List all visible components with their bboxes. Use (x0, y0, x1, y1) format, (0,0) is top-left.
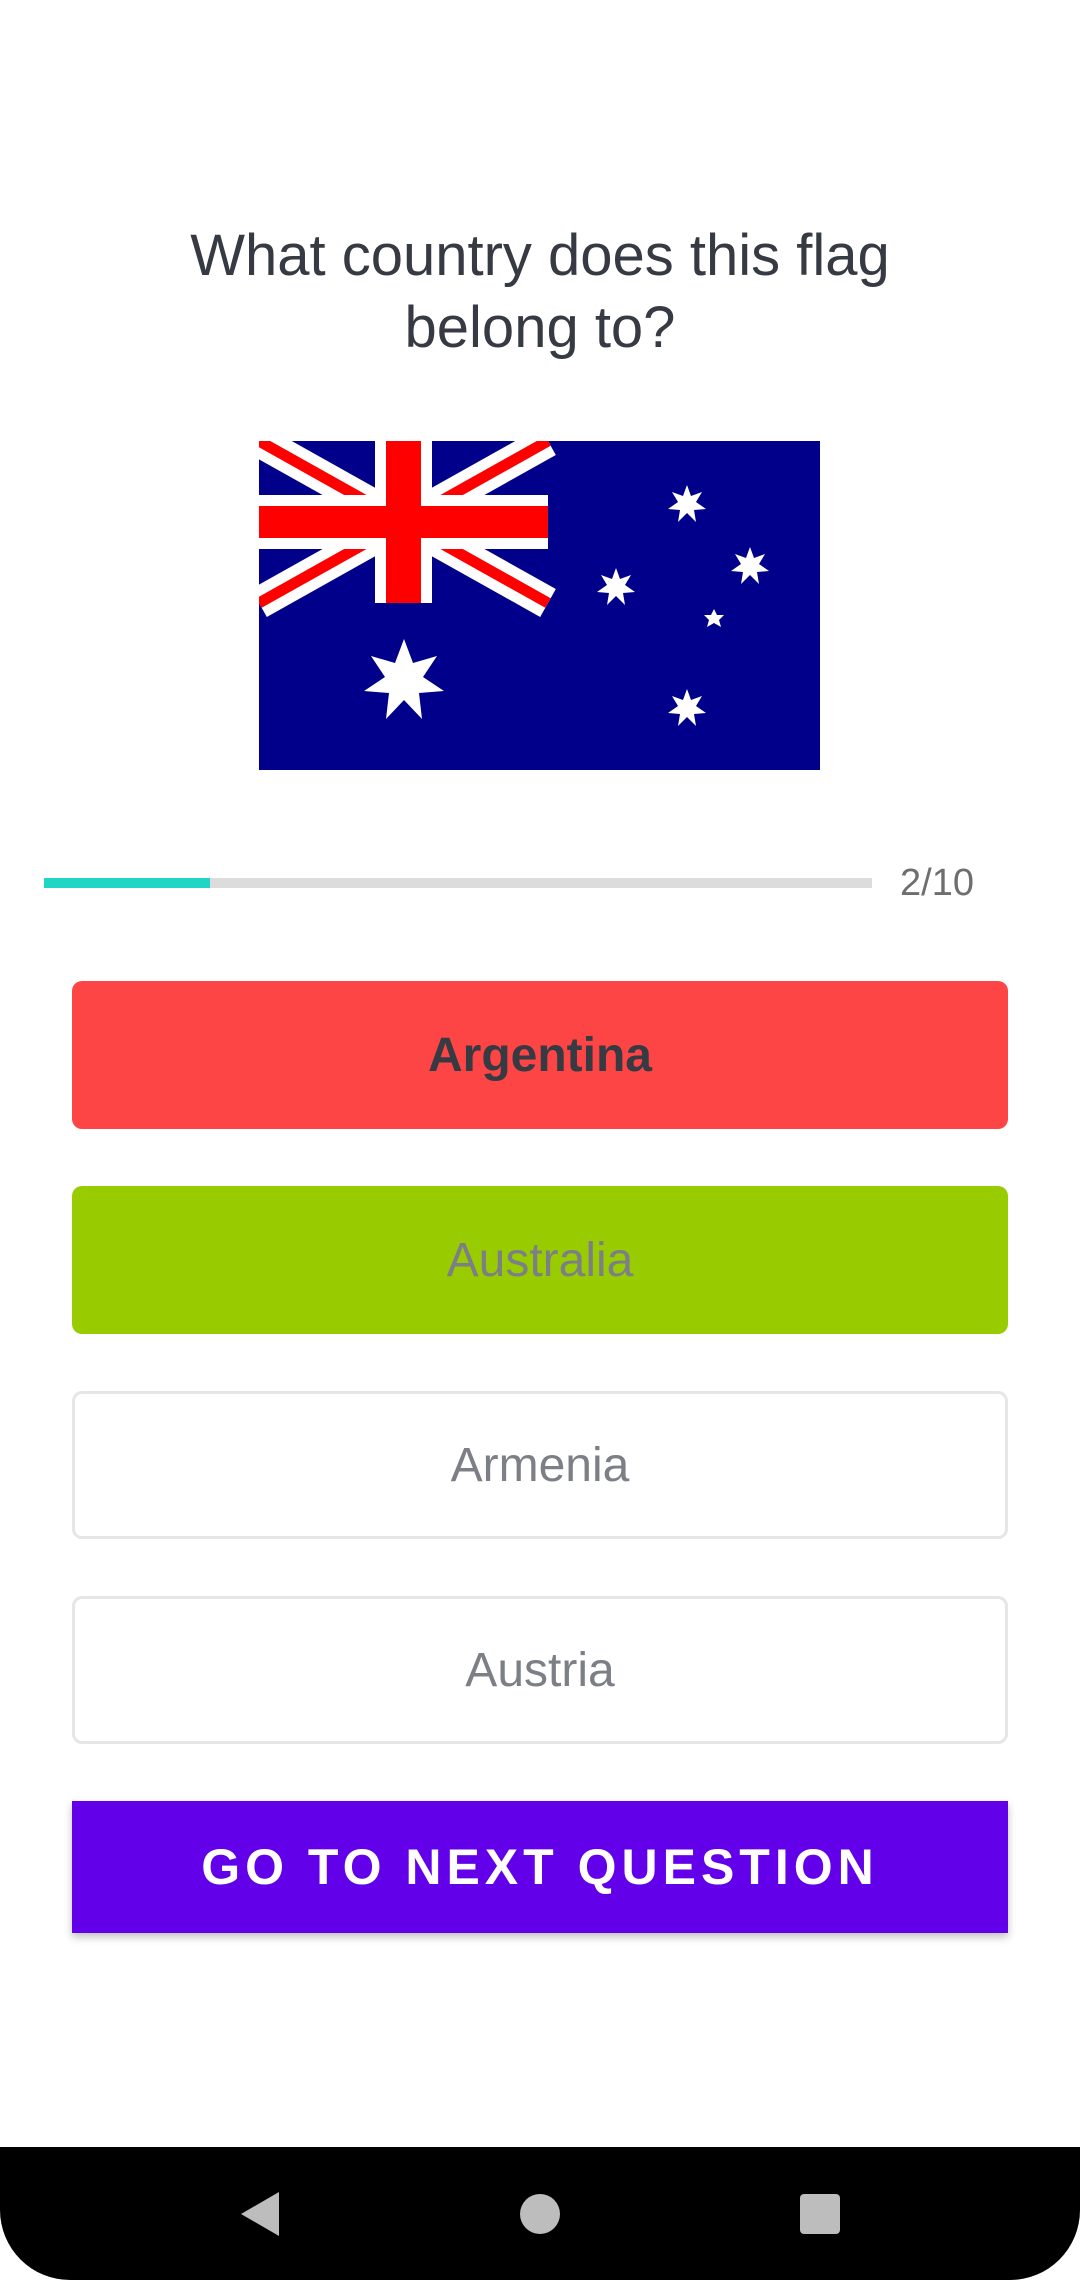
quiz-screen: What country does this flag belong to? 2… (0, 0, 1080, 2280)
recents-square-icon (800, 2193, 840, 2234)
answer-option-argentina[interactable]: Argentina (72, 981, 1008, 1129)
system-navigation-bar (0, 2147, 1080, 2280)
progress-bar (44, 878, 872, 888)
answer-option-label: Argentina (427, 1028, 652, 1082)
progress-count: 2/10 (900, 862, 974, 904)
next-question-label: GO TO NEXT QUESTION (201, 1839, 879, 1895)
recents-button[interactable] (760, 2147, 880, 2280)
next-question-button[interactable]: GO TO NEXT QUESTION (72, 1801, 1008, 1933)
question-text: What country does this flag belong to? (190, 223, 890, 360)
answer-option-label: Armenia (450, 1438, 630, 1492)
back-button[interactable] (200, 2147, 320, 2280)
australia-flag-icon (259, 441, 820, 770)
answer-option-armenia[interactable]: Armenia (72, 1391, 1008, 1539)
answer-option-australia[interactable]: Australia (72, 1186, 1008, 1334)
answer-option-label: Austria (465, 1643, 615, 1697)
home-button[interactable] (480, 2147, 600, 2280)
progress-bar-fill (44, 878, 210, 888)
back-triangle-icon (241, 2191, 279, 2236)
home-circle-icon (520, 2193, 560, 2234)
answer-option-label: Australia (446, 1233, 634, 1287)
answer-option-austria[interactable]: Austria (72, 1596, 1008, 1744)
